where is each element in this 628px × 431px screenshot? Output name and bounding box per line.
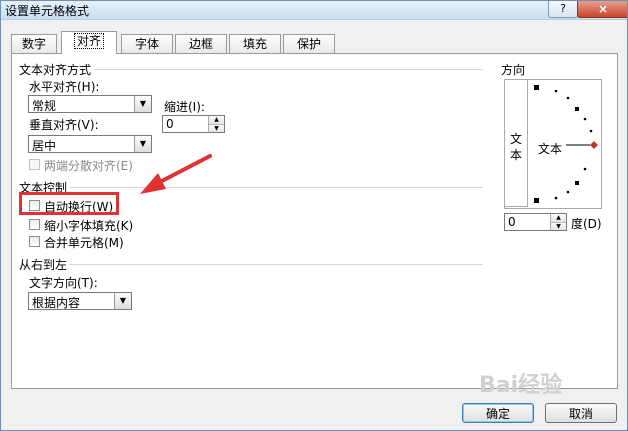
text-direction-label: 文字方向(T):: [29, 276, 98, 290]
highlight-box: [19, 192, 119, 215]
vertical-text-button[interactable]: 文 本: [504, 79, 528, 207]
horizontal-align-label: 水平对齐(H):: [29, 80, 100, 94]
shrink-to-fit-label: 缩小字体填充(K): [44, 219, 134, 233]
indent-spinner[interactable]: 0 ▲ ▼: [162, 115, 225, 133]
vertical-align-select[interactable]: 居中 ▼: [28, 135, 152, 153]
spin-up-icon[interactable]: ▲: [209, 116, 224, 124]
chevron-down-icon: ▼: [134, 96, 151, 112]
tab-number[interactable]: 数字: [11, 34, 57, 53]
justify-distributed-checkbox[interactable]: [29, 159, 40, 170]
shrink-to-fit-checkbox[interactable]: [29, 219, 40, 230]
watermark: Bai经验: [479, 373, 563, 398]
chevron-down-icon: ▼: [134, 136, 151, 152]
title-bar: 设置单元格格式 ? ×: [1, 1, 627, 20]
window-title: 设置单元格格式: [5, 4, 90, 18]
help-button[interactable]: ?: [548, 1, 578, 18]
tab-protection[interactable]: 保护: [283, 34, 335, 53]
spin-down-icon[interactable]: ▼: [209, 124, 224, 132]
red-arrow-icon: [140, 154, 212, 194]
cancel-button[interactable]: 取消: [545, 403, 617, 423]
tab-alignment[interactable]: 对齐: [61, 31, 117, 54]
merge-cells-checkbox[interactable]: [29, 236, 40, 247]
vertical-align-label: 垂直对齐(V):: [29, 118, 99, 132]
section-text-alignment: 文本对齐方式: [19, 61, 95, 78]
close-button[interactable]: ×: [577, 1, 627, 18]
orientation-text-label: 文本: [538, 142, 563, 156]
section-right-to-left: 从右到左: [19, 256, 71, 273]
text-direction-select[interactable]: 根据内容 ▼: [28, 292, 132, 310]
section-orientation: 方向: [501, 63, 526, 77]
tab-font[interactable]: 字体: [121, 34, 173, 53]
tab-fill[interactable]: 填充: [229, 34, 281, 53]
horizontal-align-select[interactable]: 常规 ▼: [28, 95, 152, 113]
merge-cells-label: 合并单元格(M): [44, 236, 124, 250]
chevron-down-icon: ▼: [114, 293, 131, 309]
format-cells-dialog: 设置单元格格式 ? × 数字 对齐 字体 边框 填充 保护 文本对齐方式 水平对…: [0, 0, 628, 431]
degrees-spinner[interactable]: 0 ▲ ▼: [504, 213, 567, 231]
degrees-label: 度(D): [571, 217, 602, 231]
spin-down-icon[interactable]: ▼: [551, 222, 566, 230]
ok-button[interactable]: 确定: [462, 403, 534, 423]
justify-distributed-label: 两端分散对齐(E): [44, 159, 133, 173]
indent-label: 缩进(I):: [164, 100, 205, 114]
tab-border[interactable]: 边框: [175, 34, 227, 53]
spin-up-icon[interactable]: ▲: [551, 214, 566, 222]
